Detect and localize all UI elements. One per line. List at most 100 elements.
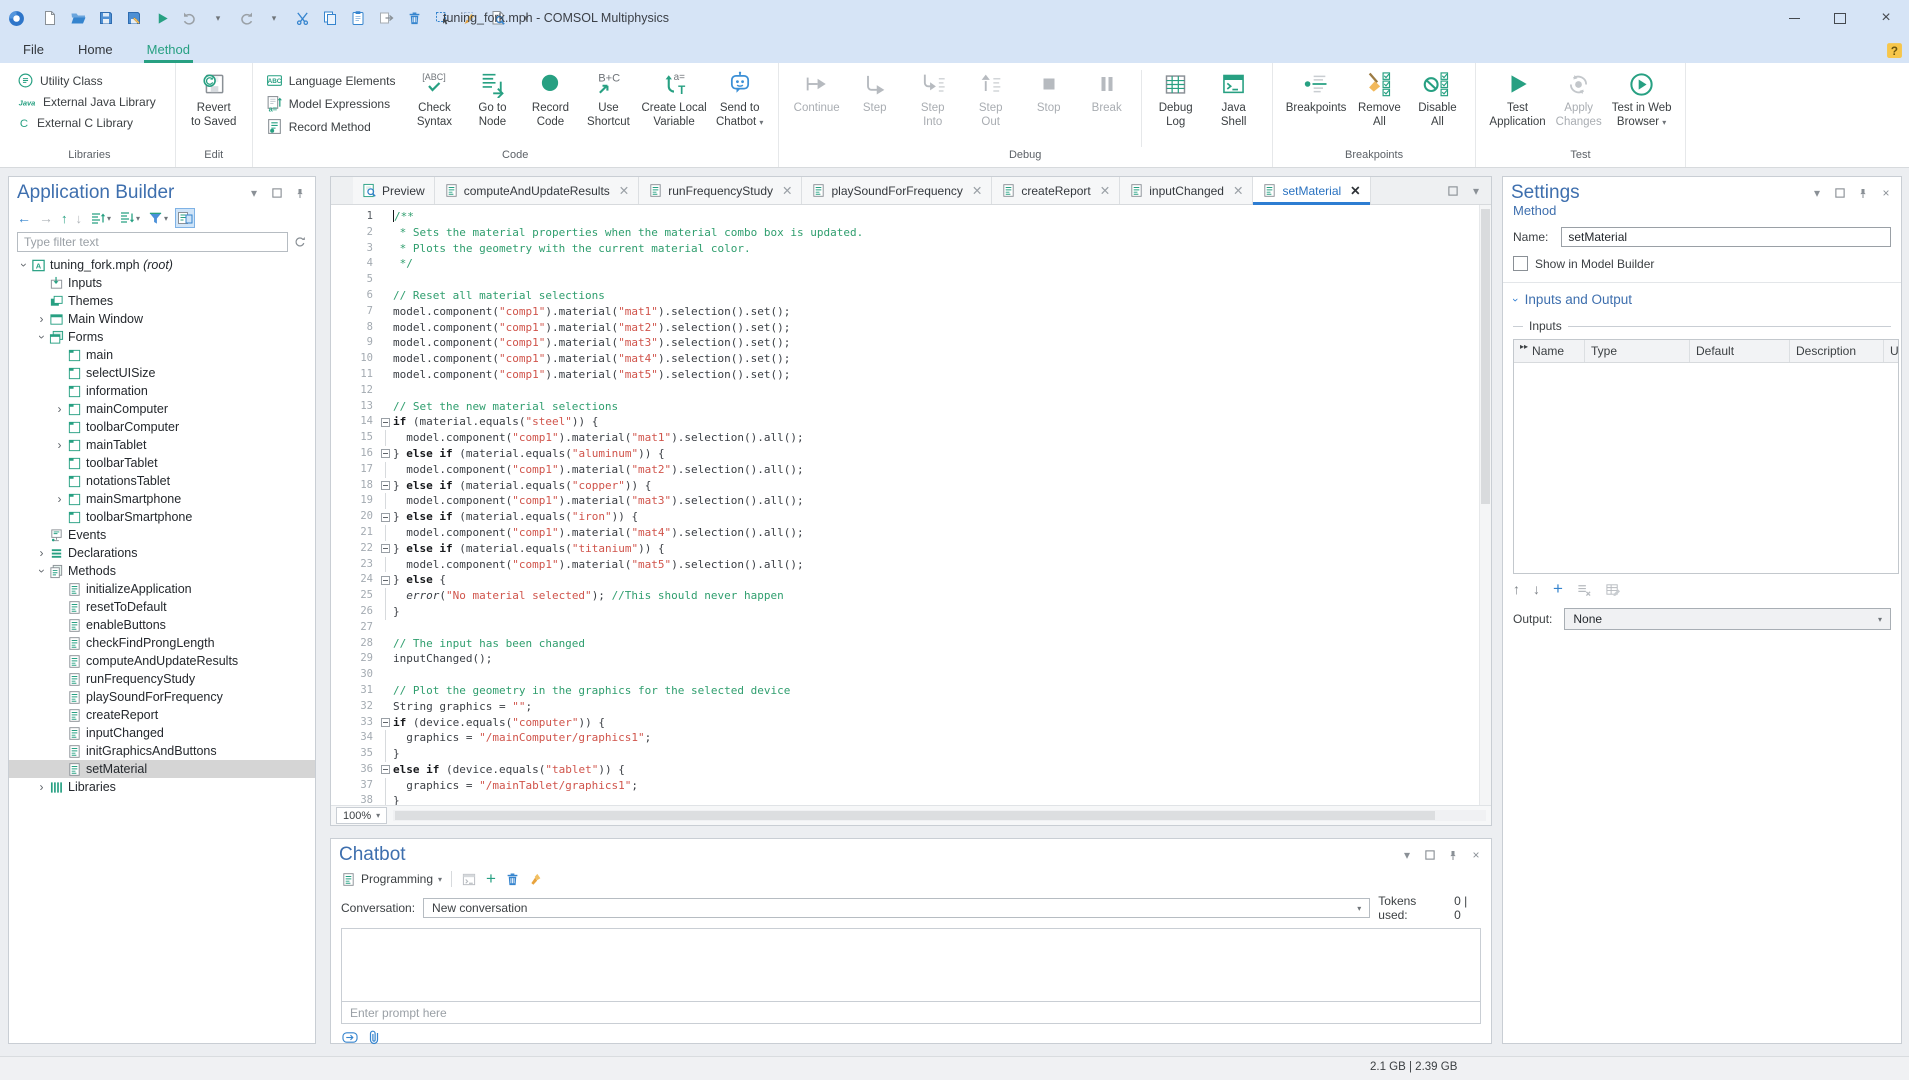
chevron-right-icon[interactable]: ›: [53, 492, 66, 506]
output-select[interactable]: None ▾: [1564, 608, 1891, 630]
tree-item-computeandupdateresults[interactable]: computeAndUpdateResults: [9, 652, 315, 670]
menu-tab-home[interactable]: Home: [75, 39, 116, 63]
tree-item-themes[interactable]: Themes: [9, 292, 315, 310]
test-application-button[interactable]: TestApplication: [1485, 68, 1549, 131]
delete-button[interactable]: [405, 9, 423, 27]
column-header-type[interactable]: Type: [1585, 340, 1690, 362]
editor-tab-preview[interactable]: Preview: [353, 177, 435, 204]
tree-item-declarations[interactable]: ›Declarations: [9, 544, 315, 562]
zoom-control[interactable]: 100% ▾: [336, 807, 387, 824]
tree-filter-input[interactable]: [17, 232, 288, 252]
inputs-table[interactable]: ▸▸NameTypeDefaultDescriptionUn: [1513, 339, 1899, 574]
pin-panel-icon[interactable]: [293, 186, 307, 200]
scrollbar-thumb[interactable]: [395, 811, 1435, 820]
horizontal-scrollbar[interactable]: [393, 810, 1486, 821]
send-prompt-icon[interactable]: [341, 1030, 359, 1045]
debug-log-button[interactable]: DebugLog: [1147, 68, 1205, 131]
editor-tab-playsoundforfrequency[interactable]: playSoundForFrequency✕: [802, 177, 992, 204]
fold-marker[interactable]: [377, 509, 393, 525]
move-up-button[interactable]: ↑: [61, 211, 68, 226]
attach-file-icon[interactable]: [368, 1029, 380, 1045]
tree-item-libraries[interactable]: ›Libraries: [9, 778, 315, 796]
chevron-down-icon[interactable]: ›: [35, 564, 48, 578]
show-in-model-builder-checkbox[interactable]: [1513, 256, 1528, 271]
utility-class-button[interactable]: Utility Class: [13, 71, 160, 90]
tree-item-setmaterial[interactable]: setMaterial: [9, 760, 315, 778]
tree-item-maintablet[interactable]: ›mainTablet: [9, 436, 315, 454]
show-in-editor-button[interactable]: [176, 209, 194, 227]
refresh-icon[interactable]: [293, 235, 307, 249]
tree-item-runfrequencystudy[interactable]: runFrequencyStudy: [9, 670, 315, 688]
chatbot-mode-select[interactable]: Programming ▾: [341, 872, 442, 887]
record-code-button[interactable]: RecordCode: [521, 68, 579, 131]
close-tab-icon[interactable]: ✕: [1350, 183, 1360, 198]
chatbot-prompt-input[interactable]: Enter prompt here: [341, 1001, 1481, 1024]
help-icon[interactable]: ?: [1886, 42, 1903, 59]
tree-item-notationstablet[interactable]: notationsTablet: [9, 472, 315, 490]
tree-item-checkfindpronglength[interactable]: checkFindProngLength: [9, 634, 315, 652]
float-panel-icon[interactable]: [270, 186, 284, 200]
filter-button[interactable]: ▾: [148, 211, 168, 226]
move-up-icon[interactable]: ↑: [1513, 581, 1520, 597]
close-tab-icon[interactable]: ✕: [1100, 183, 1110, 198]
save-button[interactable]: [97, 9, 115, 27]
open-button[interactable]: [69, 9, 87, 27]
menu-tab-file[interactable]: File: [20, 39, 47, 63]
float-panel-icon[interactable]: [1833, 186, 1847, 200]
chevron-right-icon[interactable]: ›: [35, 312, 48, 326]
move-down-icon[interactable]: ↓: [1533, 581, 1540, 597]
tree-item-inputchanged[interactable]: inputChanged: [9, 724, 315, 742]
maximize-editor-icon[interactable]: [1446, 184, 1460, 198]
tree-item-initgraphicsandbuttons[interactable]: initGraphicsAndButtons: [9, 742, 315, 760]
panel-menu-caret-icon[interactable]: ▾: [247, 186, 261, 200]
column-header-description[interactable]: Description: [1790, 340, 1884, 362]
pin-panel-icon[interactable]: [1856, 186, 1870, 200]
close-panel-icon[interactable]: ×: [1879, 186, 1893, 200]
delete-conversation-icon[interactable]: [505, 872, 520, 887]
paste-button[interactable]: [349, 9, 367, 27]
chevron-down-icon[interactable]: ›: [35, 330, 48, 344]
chevron-right-icon[interactable]: ›: [35, 780, 48, 794]
close-panel-icon[interactable]: ×: [1469, 848, 1483, 862]
fold-marker[interactable]: [377, 478, 393, 494]
remove-all-button[interactable]: RemoveAll: [1350, 68, 1408, 131]
move-down-button[interactable]: ↓: [76, 211, 83, 226]
close-tab-icon[interactable]: ✕: [1233, 183, 1243, 198]
tree-item-toolbarcomputer[interactable]: toolbarComputer: [9, 418, 315, 436]
column-header-un[interactable]: Un: [1884, 340, 1898, 362]
external-c-library-button[interactable]: CExternal C Library: [13, 114, 160, 131]
check-syntax-button[interactable]: [ABC]CheckSyntax: [405, 68, 463, 131]
tree-item-main[interactable]: main: [9, 346, 315, 364]
close-tab-icon[interactable]: ✕: [972, 183, 982, 198]
editor-tab-runfrequencystudy[interactable]: runFrequencyStudy✕: [639, 177, 802, 204]
code-editor[interactable]: 1/**2 * Sets the material properties whe…: [331, 205, 1480, 805]
dropdown-caret-button[interactable]: ▾: [265, 9, 283, 27]
chevron-down-icon[interactable]: ›: [17, 258, 30, 272]
external-java-library-button[interactable]: JavaExternal Java Library: [13, 94, 160, 110]
tree-item-mainsmartphone[interactable]: ›mainSmartphone: [9, 490, 315, 508]
test-in-web-browser-button[interactable]: Test in WebBrowser ▾: [1608, 68, 1676, 131]
panel-menu-caret-icon[interactable]: ▾: [1810, 186, 1824, 200]
java-shell-button[interactable]: JavaShell: [1205, 68, 1263, 131]
cut-button[interactable]: [293, 9, 311, 27]
panel-menu-caret-icon[interactable]: ▾: [1400, 848, 1414, 862]
undo-button[interactable]: [181, 9, 199, 27]
editor-tab-createreport[interactable]: createReport✕: [992, 177, 1120, 204]
tree-item-toolbarsmartphone[interactable]: toolbarSmartphone: [9, 508, 315, 526]
tree-item-methods[interactable]: ›Methods: [9, 562, 315, 580]
editor-tab-setmaterial[interactable]: setMaterial✕: [1253, 177, 1370, 204]
editor-tab-computeandupdateresults[interactable]: computeAndUpdateResults✕: [435, 177, 640, 204]
clear-conversation-icon[interactable]: [529, 872, 543, 887]
go-forward-button[interactable]: →: [39, 210, 53, 226]
create-local-variable-button[interactable]: a=TCreate LocalVariable: [637, 68, 710, 131]
show-in-model-builder-row[interactable]: Show in Model Builder: [1503, 256, 1901, 271]
tree-item-main-window[interactable]: ›Main Window: [9, 310, 315, 328]
redo-button[interactable]: [237, 9, 255, 27]
fold-marker[interactable]: [377, 715, 393, 731]
tree-item-forms[interactable]: ›Forms: [9, 328, 315, 346]
maximize-button[interactable]: [1817, 0, 1863, 36]
save-as-button[interactable]: [125, 9, 143, 27]
tree-item-toolbartablet[interactable]: toolbarTablet: [9, 454, 315, 472]
tree-item-inputs[interactable]: Inputs: [9, 274, 315, 292]
chevron-right-icon[interactable]: ›: [53, 438, 66, 452]
